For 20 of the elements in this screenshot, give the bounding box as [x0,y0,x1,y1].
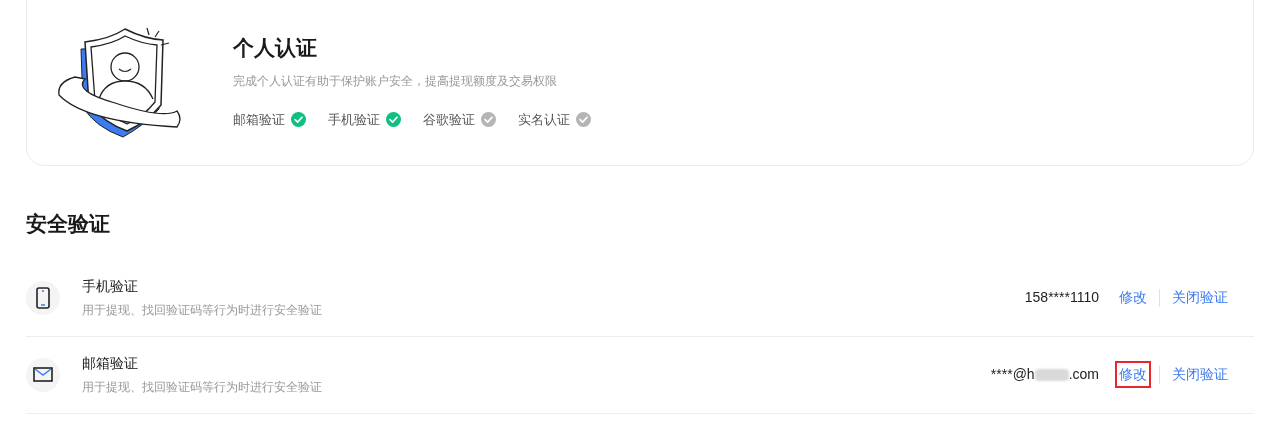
section-title: 安全验证 [26,211,111,237]
row-title: 邮箱验证 [82,354,139,373]
row-value-end: .com [1068,365,1099,384]
card-description: 完成个人认证有助于保护账户安全，提高提现额度及交易权限 [233,72,558,90]
action-link[interactable]: 关闭验证 [1170,286,1230,309]
verification-label: 手机验证 [328,110,380,129]
phone-icon [26,280,60,315]
row-value: ****@h [990,365,1035,384]
row-description: 用于提现、找回验证码等行为时进行安全验证 [82,302,322,319]
row-title: 手机验证 [82,277,139,296]
row-value: 158****1110 [1024,288,1099,307]
action-link[interactable]: 修改 [1117,286,1149,309]
card-title: 个人认证 [233,36,318,58]
verification-label: 谷歌验证 [423,110,475,129]
verification-label: 邮箱验证 [233,110,285,129]
action-link[interactable]: 修改 [1117,363,1149,386]
action-link[interactable]: 关闭验证 [1170,363,1230,386]
envelope-icon [26,357,60,392]
row-description: 用于提现、找回验证码等行为时进行安全验证 [82,379,322,396]
verification-label: 实名认证 [518,110,570,129]
